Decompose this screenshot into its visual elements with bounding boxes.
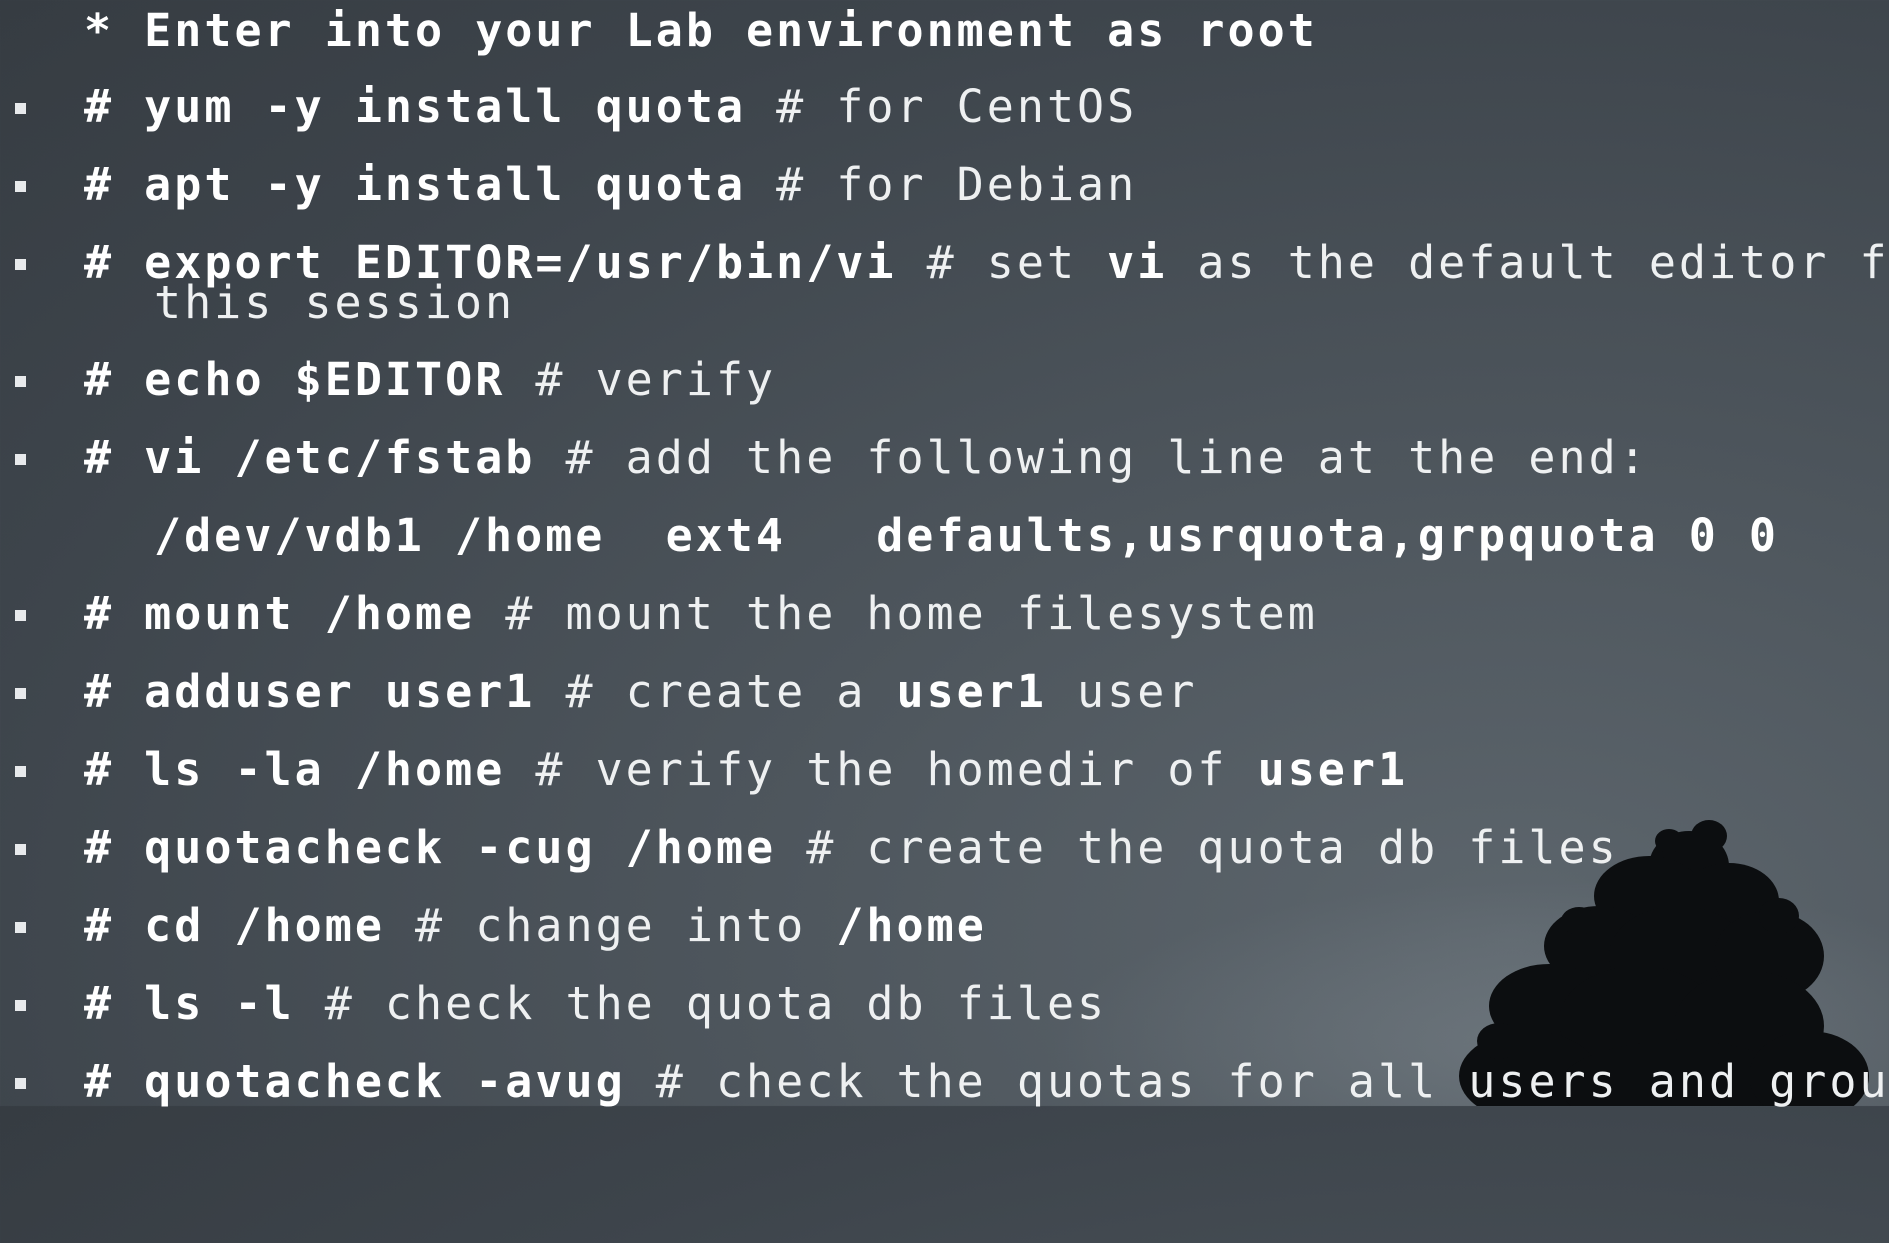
comment-text: # check the quotas for all users and gro… xyxy=(625,1055,1889,1108)
comment-text: # add the following line at the end: xyxy=(535,431,1649,484)
command-text: # quotacheck -cug /home xyxy=(84,821,777,874)
bullet-icon xyxy=(15,376,26,387)
comment-text: # verify xyxy=(505,353,777,406)
comment-text: # create a xyxy=(535,665,897,718)
comment-text: # for Debian xyxy=(746,158,1138,211)
command-text: # adduser user1 xyxy=(84,665,536,718)
command-text: # ls -la /home xyxy=(84,743,506,796)
command-text: user1 xyxy=(1257,743,1409,796)
slide-content: * Enter into your Lab environment as roo… xyxy=(0,0,1889,1106)
bullet-icon xyxy=(15,103,26,114)
bullet-icon xyxy=(15,259,26,270)
command-text: # mount /home xyxy=(84,587,476,640)
bullet-icon xyxy=(15,922,26,933)
comment-text: user xyxy=(1046,665,1198,718)
command-text: # ls -l xyxy=(84,977,295,1030)
header-text: * Enter into your Lab environment as roo… xyxy=(84,4,1318,57)
bullet-icon xyxy=(15,610,26,621)
comment-text: # verify the homedir of xyxy=(505,743,1258,796)
command-text: # vi /etc/fstab xyxy=(84,431,536,484)
command-text: # cd /home xyxy=(84,899,385,952)
comment-text: # mount the home filesystem xyxy=(475,587,1318,640)
command-text: /home xyxy=(836,899,987,952)
bullet-icon xyxy=(15,844,26,855)
command-text: # echo $EDITOR xyxy=(84,353,506,406)
command-text: # apt -y install quota xyxy=(84,158,747,211)
command-text: # quotacheck -avug xyxy=(84,1055,626,1108)
list-item: # quotacheck -avug # check the quotas fo… xyxy=(0,1059,1889,1239)
comment-text: this session xyxy=(154,276,516,329)
command-text: # yum -y install quota xyxy=(84,80,747,133)
bullet-icon xyxy=(15,688,26,699)
fstab-entry-text: /dev/vdb1 /home ext4 defaults,usrquota,g… xyxy=(154,509,1779,562)
command-text: user1 xyxy=(896,665,1047,718)
bullet-icon xyxy=(15,1078,26,1089)
comment-text: # for CentOS xyxy=(746,80,1138,133)
comment-text: # change into xyxy=(384,899,837,952)
bullet-icon xyxy=(15,181,26,192)
bullet-icon xyxy=(15,1000,26,1011)
comment-text: # create the quota db files xyxy=(776,821,1619,874)
comment-text: # check the quota db files xyxy=(294,977,1108,1030)
bullet-icon xyxy=(15,454,26,465)
bullet-icon xyxy=(15,766,26,777)
